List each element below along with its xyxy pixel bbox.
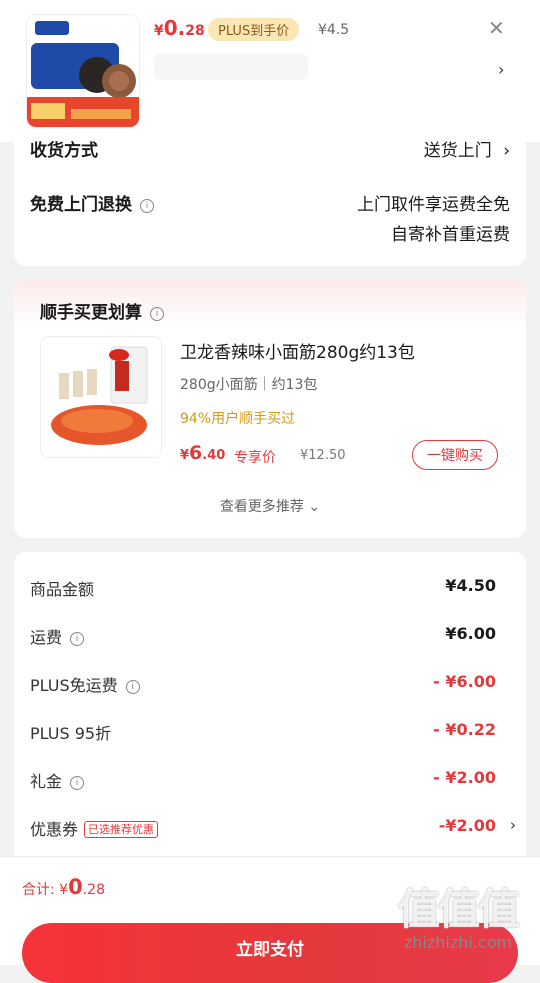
price-row-goods: 商品金额 ¥4.50 [30, 576, 510, 600]
price-dec: .40 [202, 448, 226, 463]
product-header: ¥0.28 PLUS到手价 ¥4.5 ✕ › [0, 0, 540, 142]
price-row-label: PLUS 95折 [30, 724, 112, 743]
delivery-method-text: 送货上门 [423, 141, 492, 161]
close-icon[interactable]: ✕ [488, 16, 505, 40]
recommend-product-spec: 280g小面筋｜约13包 [180, 377, 318, 393]
exclusive-price-tag: 专享价 [234, 450, 276, 466]
recommend-title-text: 顺手买更划算 [40, 303, 142, 323]
info-icon[interactable]: i [70, 632, 85, 646]
price-row-coupon[interactable]: 优惠券 已选推荐优惠 -¥2.00 › [30, 816, 516, 840]
price-row-plus-free-shipping: PLUS免运费 i - ¥6.00 [30, 672, 510, 696]
watermark: 值值值 zhizhizhi.com [388, 876, 528, 952]
original-price: ¥4.5 [318, 22, 350, 38]
price-row-label: PLUS免运费 i [30, 672, 140, 696]
price-int: 0 [68, 875, 83, 899]
price-row-value: ¥4.50 [445, 576, 496, 595]
price-currency: ¥ [180, 448, 190, 463]
price-row-plus-discount: PLUS 95折 - ¥0.22 [30, 720, 510, 744]
chevron-right-icon[interactable]: › [510, 816, 516, 834]
watermark-url: zhizhizhi.com [403, 933, 513, 952]
free-return-value-1: 上门取件享运费全免 [357, 195, 510, 215]
total-price: 合计: ¥0.28 [22, 875, 105, 899]
free-return-value-2: 自寄补首重运费 [391, 225, 510, 245]
free-return-label: 免费上门退换 [30, 195, 132, 215]
price-row-shipping: 运费 i ¥6.00 [30, 624, 510, 648]
price-row-value: ¥6.00 [445, 624, 496, 643]
info-icon[interactable]: i [150, 307, 164, 321]
price-row-value: -¥2.00 [438, 816, 496, 835]
view-more-recommend-link[interactable]: 查看更多推荐 ⌄ [14, 496, 526, 516]
price-currency: ¥ [154, 23, 164, 39]
delivery-card: 收货方式 送货上门 › 免费上门退换 i 上门取件享运费全免 自寄补首重运费 [14, 128, 526, 266]
delivery-method-value[interactable]: 送货上门 › [424, 136, 510, 161]
price-int: 0. [163, 16, 186, 40]
total-label: 合计: [22, 882, 55, 898]
price-row-label: 礼金 i [30, 768, 85, 792]
price-row-value: - ¥0.22 [433, 720, 496, 739]
coupon-selected-tag: 已选推荐优惠 [84, 821, 159, 838]
recommend-product-image[interactable] [40, 336, 162, 458]
recommend-product-price: ¥6.40 [180, 442, 225, 464]
recommend-product-name[interactable]: 卫龙香辣味小面筋280g约13包 [180, 338, 415, 363]
price-currency: ¥ [59, 882, 69, 898]
info-icon[interactable]: i [70, 776, 85, 790]
price-row-label: 商品金额 [30, 580, 95, 599]
chevron-right-icon: › [503, 141, 510, 161]
price-row-label: 运费 i [30, 624, 85, 648]
recommend-product-tip: 94%用户顺手买过 [180, 411, 296, 427]
delivery-method-label: 收货方式 [30, 141, 98, 161]
price-row-gift-money: 礼金 i - ¥2.00 [30, 768, 510, 792]
recommend-card: 顺手买更划算 i 卫龙香辣味小面筋280g约13包 280g小面筋｜约13包 94… [14, 280, 526, 538]
recommend-title: 顺手买更划算 i [40, 298, 164, 323]
price-row-label-text: 优惠券 [30, 820, 79, 839]
price-dec: .28 [82, 882, 105, 898]
price-int: 6 [189, 442, 203, 464]
price-row-label-text: 礼金 [30, 772, 63, 791]
price-row-label-text: PLUS免运费 [30, 676, 118, 695]
recommend-original-price: ¥12.50 [300, 448, 346, 463]
plus-price-badge: PLUS到手价 [208, 18, 300, 41]
price-row-value: - ¥2.00 [433, 768, 496, 787]
price-row-label: 优惠券 已选推荐优惠 [30, 816, 159, 840]
one-click-buy-button[interactable]: 一键购买 [412, 440, 498, 470]
product-thumbnail[interactable] [26, 14, 140, 128]
price-detail-card: 商品金额 ¥4.50 运费 i ¥6.00 PLUS免运费 i - ¥6.00 PL… [14, 552, 526, 864]
price-row-value: - ¥6.00 [433, 672, 496, 691]
chevron-right-icon[interactable]: › [498, 60, 504, 79]
price-dec: 28 [185, 23, 205, 39]
sku-selector[interactable] [154, 54, 308, 80]
info-icon[interactable]: i [125, 680, 140, 694]
final-price: ¥0.28 [154, 16, 205, 40]
info-icon[interactable]: i [140, 199, 154, 213]
free-return-row: 免费上门退换 i [30, 190, 154, 215]
watermark-logo: 值值值 [397, 885, 520, 934]
price-row-label-text: 运费 [30, 628, 63, 647]
